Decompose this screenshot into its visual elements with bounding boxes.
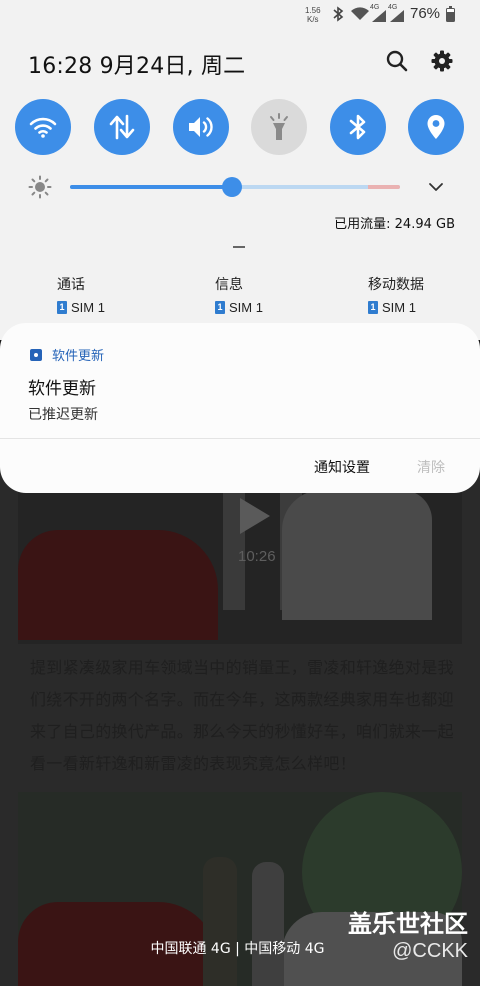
- video-car-right: [282, 490, 432, 620]
- quick-toggles: [0, 99, 480, 157]
- brightness-fill: [70, 185, 232, 189]
- article-video-thumbnail: 10:26: [18, 470, 462, 644]
- notification-text: 已推迟更新: [28, 407, 98, 423]
- sim-setting-title: 信息: [215, 277, 243, 293]
- play-icon: [240, 498, 270, 534]
- sim-mobile-data-setting[interactable]: 移动数据 1 SIM 1: [368, 274, 424, 315]
- data-usage: 已用流量: 24.94 GB: [334, 217, 455, 232]
- location-icon: [427, 115, 445, 139]
- sim-badge-icon: 1: [215, 301, 225, 314]
- battery-percent: 76%: [410, 5, 441, 22]
- data-arrows-icon: [109, 114, 135, 140]
- article-paragraph: 提到紧凑级家用车领域当中的销量王，雷凌和轩逸绝对是我们绕不开的两个名字。而在今年…: [30, 658, 454, 773]
- sim-setting-value: SIM 1: [229, 300, 263, 315]
- brightness-slider-thumb[interactable]: [221, 177, 242, 197]
- toggle-sound[interactable]: [173, 99, 229, 155]
- sim-setting-title: 通话: [57, 277, 85, 293]
- battery-icon: [446, 5, 455, 22]
- notification-divider: [0, 438, 480, 439]
- watermark-subtitle: @CCKK: [392, 940, 468, 962]
- signal-1-icon: [372, 10, 386, 22]
- photo-person-right: [252, 862, 284, 986]
- wifi-icon: [29, 117, 57, 138]
- network-speed: 1.56 K/s: [305, 6, 321, 24]
- bluetooth-icon: [349, 114, 366, 140]
- quick-panel: 1.56 K/s 4G 4G 76% 16:28 9月24日, 周二 已用流量:…: [0, 0, 480, 340]
- sim-setting-value: SIM 1: [382, 300, 416, 315]
- toggle-wifi[interactable]: [15, 99, 71, 155]
- gear-icon[interactable]: [429, 48, 455, 74]
- toggle-flashlight[interactable]: [251, 99, 307, 155]
- flashlight-icon: [270, 113, 288, 140]
- date-time: 16:28 9月24日, 周二: [28, 54, 246, 79]
- brightness-high-zone: [368, 185, 400, 189]
- sim-badge-icon: 1: [57, 301, 67, 314]
- notification-app-name: 软件更新: [52, 349, 105, 364]
- brightness-sun-icon: [28, 175, 52, 199]
- video-car-left: [18, 530, 218, 640]
- sim-badge-icon: 1: [368, 301, 378, 314]
- photo-person-left: [203, 857, 237, 986]
- wifi-status-icon: [351, 7, 369, 20]
- toggle-location[interactable]: [408, 99, 464, 155]
- sim-call-setting[interactable]: 通话 1 SIM 1: [57, 274, 105, 315]
- battery-fill: [447, 11, 454, 21]
- panel-drag-handle[interactable]: [233, 246, 245, 248]
- sim-setting-value: SIM 1: [71, 300, 105, 315]
- notification-title: 软件更新: [28, 379, 96, 399]
- volume-icon: [189, 117, 213, 137]
- notification-app-header: 软件更新: [30, 345, 104, 364]
- signal-2-icon: [390, 10, 404, 22]
- sim-settings-row: 通话 1 SIM 1 信息 1 SIM 1 移动数据 1 SIM 1: [0, 274, 480, 320]
- toggle-bluetooth[interactable]: [330, 99, 386, 155]
- sim-message-setting[interactable]: 信息 1 SIM 1: [215, 274, 263, 315]
- bluetooth-status-icon: [333, 6, 344, 22]
- status-bar: 1.56 K/s 4G 4G 76%: [0, 0, 480, 30]
- search-icon[interactable]: [384, 48, 410, 74]
- sim-setting-title: 移动数据: [368, 277, 424, 293]
- video-duration: 10:26: [238, 548, 276, 565]
- notification-card[interactable]: 软件更新 软件更新 已推迟更新 通知设置 清除: [0, 323, 480, 493]
- software-update-icon: [30, 348, 42, 361]
- brightness-control: [0, 170, 480, 204]
- chevron-down-icon[interactable]: [428, 180, 444, 194]
- watermark-title: 盖乐世社区: [348, 910, 468, 938]
- clear-button[interactable]: 清除: [417, 457, 445, 477]
- notification-settings-button[interactable]: 通知设置: [314, 457, 370, 477]
- toggle-mobile-data[interactable]: [94, 99, 150, 155]
